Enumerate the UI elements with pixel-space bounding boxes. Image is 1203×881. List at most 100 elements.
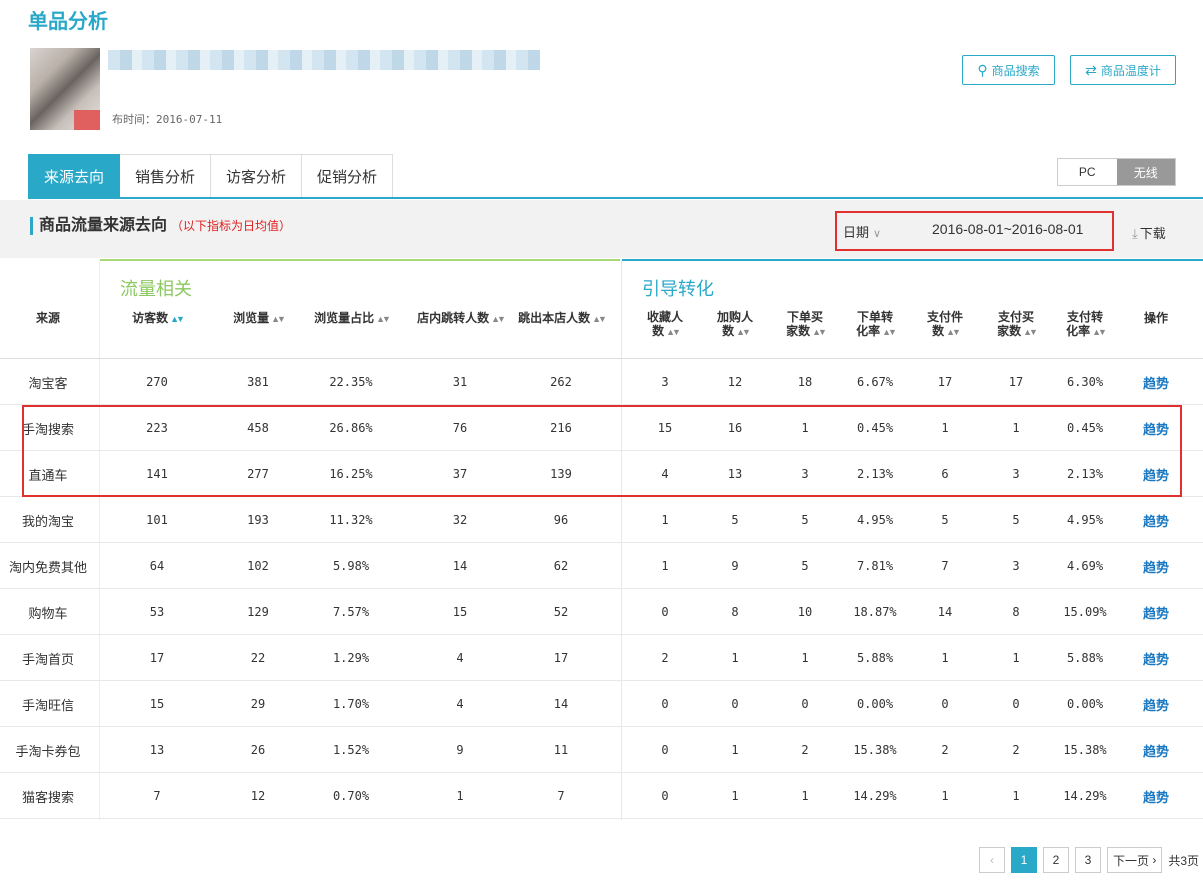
tab-visitors[interactable]: 访客分析 [211,154,303,198]
page-2-button[interactable]: 2 [1043,847,1069,873]
table-cell: 5.88% [1066,651,1104,665]
sort-icon: ▲▼ [812,327,827,337]
table-cell: 53 [149,605,165,619]
sort-icon: ▲▼ [170,314,185,324]
page-total: 共3页 [1168,853,1200,868]
product-name-blurred[interactable] [108,50,540,70]
trend-link[interactable]: 趋势 [1131,589,1181,635]
sort-icon: ▲▼ [736,327,751,337]
prev-page-button[interactable]: ‹ [979,847,1005,873]
device-pc-option[interactable]: PC [1058,159,1117,185]
trend-link[interactable]: 趋势 [1131,681,1181,727]
tab-sales[interactable]: 销售分析 [120,154,212,198]
table-cell: 9 [456,743,464,757]
table-cell: 0 [661,789,669,803]
column-header-11[interactable]: 支付买 家数 ▲▼ [986,310,1046,339]
table-cell: 96 [553,513,569,527]
table-cell: 8 [731,605,739,619]
column-header-4[interactable]: 店内跳转人数 ▲▼ [410,311,510,326]
table-row: 购物车 53 129 7.57% 15 52 0 8 10 18.87% 14 8 15.09% 趋势 [0,589,1203,635]
table-cell: 14 [553,697,569,711]
tabs-underline [28,197,1203,199]
source-name: 手淘卡券包 [15,743,81,759]
table-cell: 5.98% [332,559,370,573]
table-cell: 3 [661,375,669,389]
table-cell: 381 [247,375,269,389]
tab-promotion[interactable]: 促销分析 [302,154,394,198]
column-header-1[interactable]: 访客数 ▲▼ [112,311,202,326]
tab-source[interactable]: 来源去向 [28,154,121,198]
product-thumbnail[interactable] [30,48,100,130]
table-cell: 64 [149,559,165,573]
trend-link[interactable]: 趋势 [1131,727,1181,773]
table-cell: 102 [247,559,269,573]
trend-link[interactable]: 趋势 [1131,497,1181,543]
table-cell: 14 [937,605,953,619]
download-icon: ⤓ [1132,226,1138,241]
table-cell: 101 [146,513,168,527]
page-3-button[interactable]: 3 [1075,847,1101,873]
table-cell: 1 [941,789,949,803]
next-page-button[interactable]: 下一页 › [1107,847,1163,873]
table-cell: 52 [553,605,569,619]
trend-link[interactable]: 趋势 [1131,359,1181,405]
table-cell: 4.69% [1066,559,1104,573]
column-header-6[interactable]: 收藏人数 ▲▼ [635,310,695,339]
table-row: 我的淘宝 101 193 11.32% 32 96 1 5 5 4.95% 5 5 4.95% 趋势 [0,497,1203,543]
column-header-9[interactable]: 下单转 化率 ▲▼ [845,310,905,339]
table-cell: 10 [797,605,813,619]
table-cell: 15.09% [1063,605,1107,619]
conversion-group-label: 引导转化 [642,279,714,299]
table-cell: 3 [1012,559,1020,573]
sort-icon: ▲▼ [882,327,897,337]
column-header-8[interactable]: 下单买 家数 ▲▼ [775,310,835,339]
table-cell: 0 [661,605,669,619]
publish-time: 布时间：2016-07-11 [112,113,223,126]
table-cell: 29 [250,697,266,711]
column-header-7[interactable]: 加购人数 ▲▼ [705,310,765,339]
sort-icon: ▲▼ [271,314,286,324]
table-cell: 12 [250,789,266,803]
column-header-2[interactable]: 浏览量 ▲▼ [213,311,303,326]
trend-link[interactable]: 趋势 [1131,773,1181,819]
table-cell: 5 [731,513,739,527]
table-cell: 1.29% [332,651,370,665]
column-header-3[interactable]: 浏览量占比 ▲▼ [301,311,401,326]
product-search-button[interactable]: ⚲ 商品搜索 [962,55,1055,85]
table-cell: 262 [550,375,572,389]
table-cell: 4.95% [856,513,894,527]
table-cell: 5 [801,559,809,573]
table-cell: 7 [153,789,161,803]
page-1-button[interactable]: 1 [1011,847,1037,873]
trend-link[interactable]: 趋势 [1131,635,1181,681]
table-cell: 5 [941,513,949,527]
table-cell: 15 [452,605,468,619]
column-header-12[interactable]: 支付转 化率 ▲▼ [1055,310,1115,339]
swap-icon: ⇄ [1085,61,1097,78]
table-cell: 26 [250,743,266,757]
table-cell: 1 [801,651,809,665]
table-cell: 12 [727,375,743,389]
product-thermometer-button[interactable]: ⇄ 商品温度计 [1070,55,1176,85]
page-title: 单品分析 [28,11,108,33]
traffic-group-label: 流量相关 [120,279,192,299]
sort-icon: ▲▼ [946,327,961,337]
table-row: 手淘首页 17 22 1.29% 4 17 2 1 1 5.88% 1 1 5.88% 趋势 [0,635,1203,681]
table-cell: 1 [456,789,464,803]
column-header-10[interactable]: 支付件数 ▲▼ [915,310,975,339]
download-button[interactable]: ⤓ 下载 [1132,223,1166,242]
table-cell: 1.70% [332,697,370,711]
table-cell: 0 [801,697,809,711]
source-name: 淘内免费其他 [8,559,87,575]
table-cell: 17 [1008,375,1024,389]
column-header-13: 操作 [1143,311,1168,325]
table-cell: 1 [661,559,669,573]
table-cell: 1 [731,651,739,665]
column-header-5[interactable]: 跳出本店人数 ▲▼ [511,311,611,326]
date-highlight-box [835,211,1114,251]
search-icon: ⚲ [977,61,988,78]
analysis-tabs: 来源去向 销售分析 访客分析 促销分析 [28,154,394,198]
device-wireless-option[interactable]: 无线 [1116,159,1175,185]
trend-link[interactable]: 趋势 [1131,543,1181,589]
table-cell: 0.00% [856,697,894,711]
